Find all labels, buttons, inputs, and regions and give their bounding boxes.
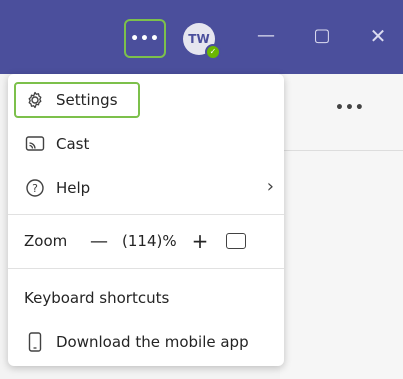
gear-icon bbox=[24, 89, 46, 111]
menu-item-cast-label: Cast bbox=[56, 135, 90, 153]
minimize-button[interactable]: — bbox=[254, 24, 278, 48]
cast-icon bbox=[24, 133, 46, 155]
presence-available-icon: ✓ bbox=[205, 44, 221, 60]
menu-item-settings-label: Settings bbox=[56, 91, 118, 109]
menu-divider bbox=[8, 268, 284, 269]
menu-item-settings[interactable]: Settings bbox=[14, 82, 140, 118]
menu-item-download-mobile-label: Download the mobile app bbox=[56, 333, 249, 351]
menu-item-download-mobile[interactable]: Download the mobile app bbox=[14, 324, 249, 360]
more-options-button[interactable]: ••• bbox=[124, 19, 166, 58]
pane-more-button[interactable]: ••• bbox=[335, 100, 365, 116]
zoom-row: Zoom — (114)% + bbox=[24, 226, 246, 256]
chevron-right-icon: › bbox=[266, 176, 274, 197]
menu-item-keyboard-shortcuts[interactable]: Keyboard shortcuts bbox=[14, 280, 169, 316]
avatar-initials: TW bbox=[188, 32, 210, 46]
svg-text:?: ? bbox=[32, 182, 38, 195]
menu-item-cast[interactable]: Cast bbox=[14, 126, 89, 162]
more-icon: ••• bbox=[130, 30, 160, 47]
close-button[interactable]: ✕ bbox=[366, 24, 390, 48]
pane-divider bbox=[280, 150, 403, 151]
menu-item-keyboard-shortcuts-label: Keyboard shortcuts bbox=[24, 289, 170, 307]
menu-item-help[interactable]: ? Help › bbox=[14, 170, 278, 206]
menu-divider bbox=[8, 214, 284, 215]
zoom-in-button[interactable]: + bbox=[188, 229, 212, 253]
phone-icon bbox=[24, 331, 46, 353]
app-menu: Settings Cast ? Help › Zoom — (114)% + K… bbox=[8, 74, 284, 366]
zoom-label: Zoom bbox=[24, 232, 68, 250]
zoom-value: (114)% bbox=[122, 232, 177, 250]
maximize-button[interactable]: ▢ bbox=[310, 24, 334, 48]
title-bar: ••• TW ✓ — ▢ ✕ bbox=[0, 0, 403, 74]
menu-item-help-label: Help bbox=[56, 179, 91, 197]
zoom-out-button[interactable]: — bbox=[86, 231, 112, 252]
zoom-fit-icon[interactable] bbox=[226, 233, 246, 249]
help-icon: ? bbox=[24, 177, 46, 199]
background-pane bbox=[280, 74, 403, 379]
